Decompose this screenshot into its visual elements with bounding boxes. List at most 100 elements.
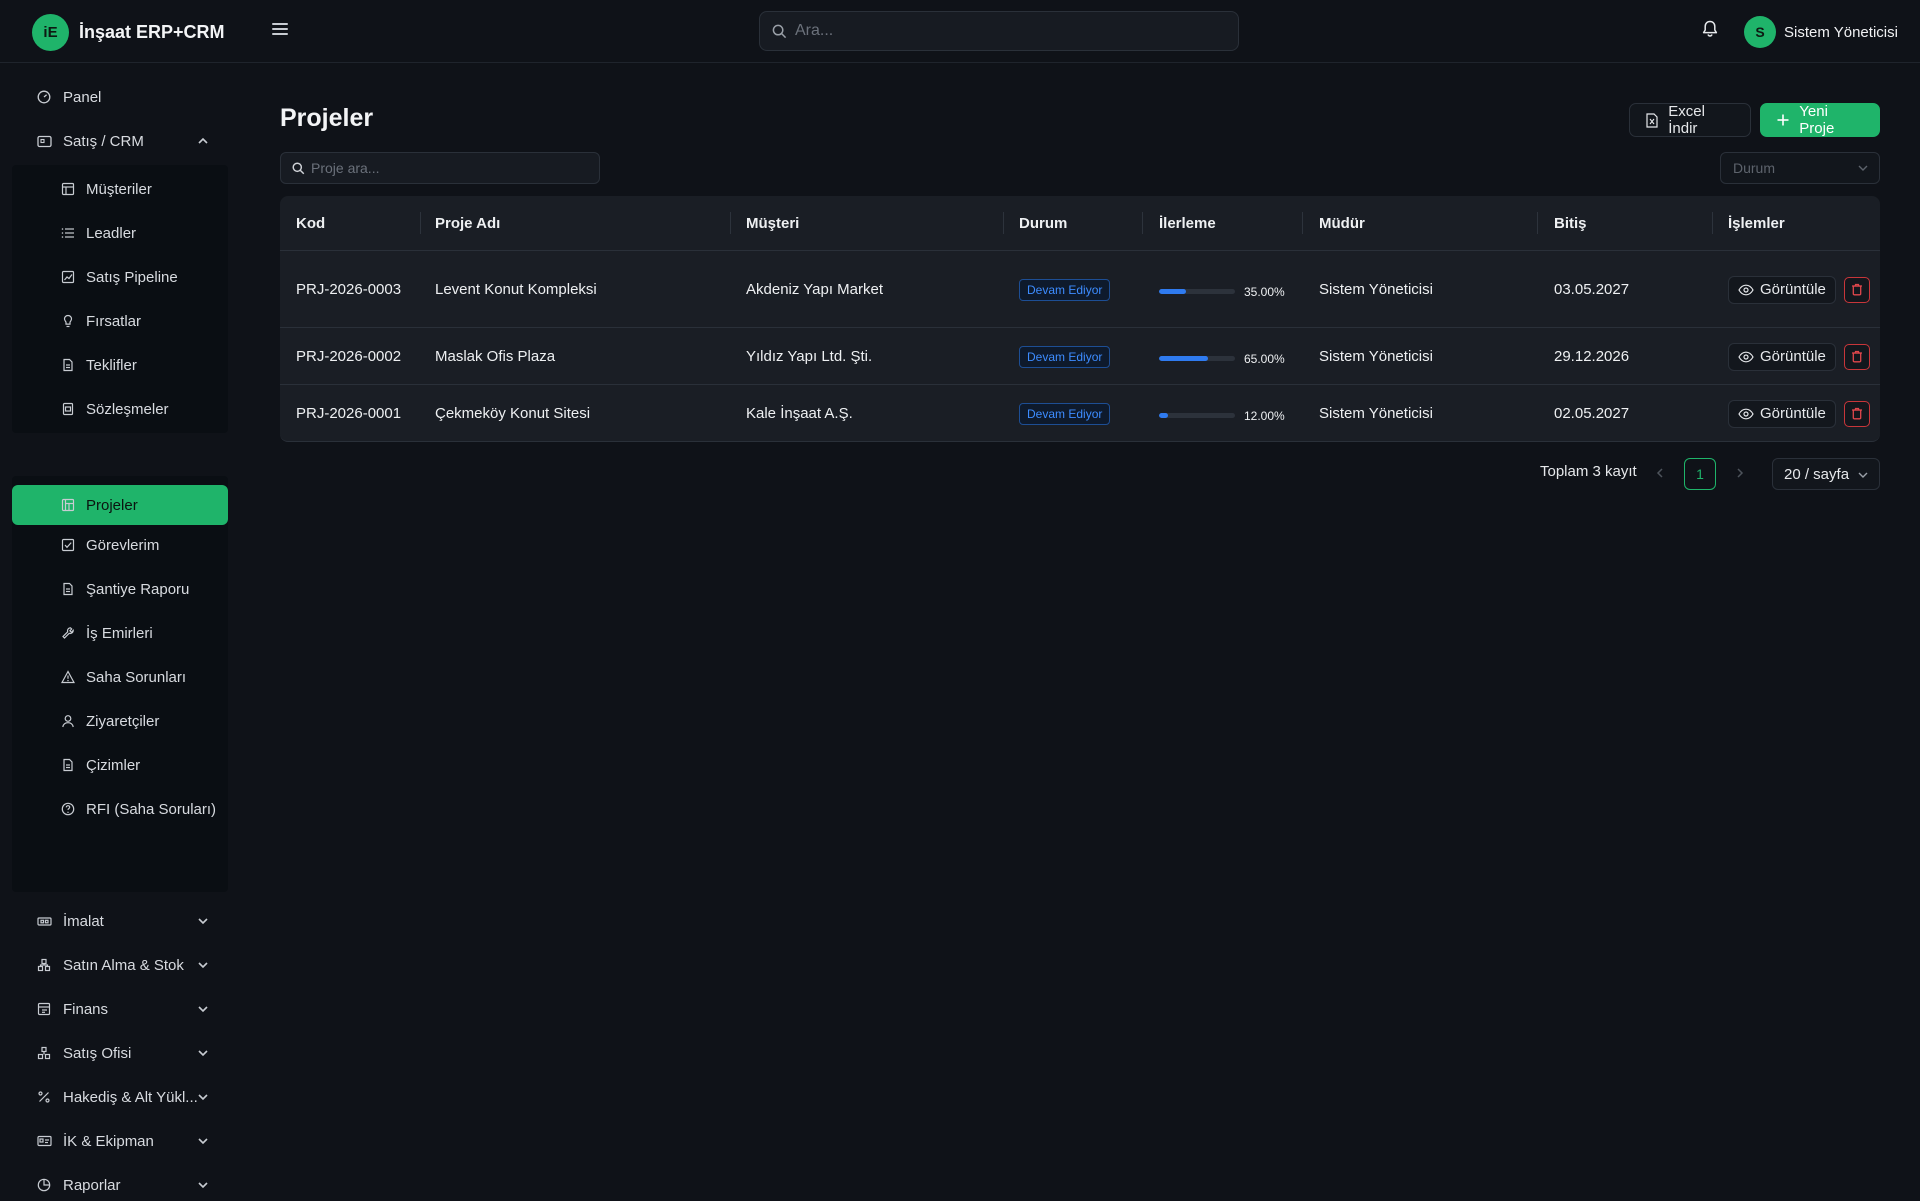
page-number-current[interactable]: 1	[1684, 458, 1716, 490]
sidebar-item-contracts[interactable]: Sözleşmeler	[12, 389, 228, 429]
view-button[interactable]: Görüntüle	[1728, 275, 1836, 304]
question-icon	[60, 801, 76, 817]
file-icon	[60, 581, 76, 597]
sidebar-item-label: Fırsatlar	[86, 312, 142, 330]
sidebar-item-sales-crm[interactable]: Satış / CRM	[12, 121, 228, 161]
project-code: PRJ-2026-0001	[296, 404, 402, 422]
file-icon	[60, 357, 76, 373]
project-end-date: 02.05.2027	[1554, 405, 1630, 422]
sidebar-item-panel[interactable]: Panel	[12, 77, 228, 117]
sidebar-item-sales-pipeline[interactable]: Satış Pipeline	[12, 257, 228, 297]
sidebar-item-progress-payments[interactable]: Hakediş & Alt Yükl...	[12, 1077, 228, 1117]
chevron-right-icon[interactable]	[1733, 466, 1747, 480]
chevron-down-icon	[198, 1138, 208, 1145]
progress-track	[1159, 289, 1235, 294]
sidebar-item-projects[interactable]: Projeler	[12, 485, 228, 525]
view-button[interactable]: Görüntüle	[1728, 399, 1836, 428]
sidebar-item-my-tasks[interactable]: Görevlerim	[12, 525, 228, 565]
column-header-actions[interactable]: İşlemler	[1728, 196, 1785, 251]
view-button[interactable]: Görüntüle	[1728, 342, 1836, 371]
sidebar-item-label: İK & Ekipman	[63, 1132, 154, 1150]
list-icon	[60, 225, 76, 241]
column-divider	[1537, 212, 1538, 234]
column-header-manager[interactable]: Müdür	[1319, 196, 1365, 251]
brand[interactable]: iE İnşaat ERP+CRM	[32, 14, 225, 51]
column-header-customer[interactable]: Müşteri	[746, 196, 799, 251]
sidebar-item-customers[interactable]: Müşteriler	[12, 169, 228, 209]
sidebar-item-opportunities[interactable]: Fırsatlar	[12, 301, 228, 341]
project-customer: Akdeniz Yapı Market	[746, 281, 884, 298]
column-header-end[interactable]: Bitiş	[1554, 196, 1587, 251]
user-menu[interactable]: S Sistem Yöneticisi	[1744, 16, 1898, 48]
table-header: Kod Proje Adı Müşteri Durum İlerleme Müdür Bit…	[280, 196, 1880, 251]
delete-button[interactable]	[1843, 400, 1870, 427]
sidebar-item-label: Panel	[63, 88, 102, 106]
trash-icon	[1851, 350, 1862, 363]
sidebar-item-field-issues[interactable]: Saha Sorunları	[12, 657, 228, 697]
sidebar-item-label: Görevlerim	[86, 536, 160, 554]
chevron-left-icon[interactable]	[1653, 466, 1667, 480]
excel-download-button[interactable]: Excel İndir	[1629, 103, 1751, 137]
sidebar-item-hr-equipment[interactable]: İK & Ekipman	[12, 1121, 228, 1161]
trash-icon	[1851, 283, 1862, 296]
table-row[interactable]: PRJ-2026-0001 Çekmeköy Konut Sitesi Kale…	[280, 385, 1880, 442]
project-end-date: 29.12.2026	[1554, 348, 1630, 365]
sidebar-item-label: Finans	[63, 1000, 109, 1018]
page-title: Projeler	[280, 104, 374, 132]
warehouse-icon	[36, 957, 52, 973]
column-header-progress[interactable]: İlerleme	[1159, 196, 1216, 251]
sidebar-item-site-report[interactable]: Şantiye Raporu	[12, 569, 228, 609]
sidebar-item-quotes[interactable]: Teklifler	[12, 345, 228, 385]
chevron-down-icon	[1858, 472, 1868, 478]
status-badge: Devam Ediyor	[1019, 402, 1111, 425]
total-records: Toplam 3 kayıt	[1540, 463, 1637, 480]
sidebar-item-label: Teklifler	[86, 356, 137, 374]
status-filter-placeholder: Durum	[1733, 160, 1776, 176]
app-title: İnşaat ERP+CRM	[79, 22, 225, 42]
project-search-input[interactable]	[311, 160, 591, 176]
delete-button[interactable]	[1843, 276, 1870, 303]
global-search-input[interactable]	[795, 22, 1215, 40]
delete-button[interactable]	[1843, 343, 1870, 370]
app-logo: iE	[32, 14, 69, 51]
sidebar-item-drawings[interactable]: Çizimler	[12, 745, 228, 785]
sidebar-item-work-orders[interactable]: İş Emirleri	[12, 613, 228, 653]
warning-icon	[60, 669, 76, 685]
status-filter-select[interactable]: Durum	[1720, 152, 1880, 184]
sidebar-item-reports[interactable]: Raporlar	[12, 1165, 228, 1201]
column-divider	[1712, 212, 1713, 234]
table-row[interactable]: PRJ-2026-0003 Levent Konut Kompleksi Akd…	[280, 251, 1880, 328]
chevron-down-icon	[198, 1006, 208, 1013]
crm-icon	[36, 133, 52, 149]
avatar: S	[1744, 16, 1776, 48]
sidebar-item-rfi[interactable]: RFI (Saha Soruları)	[12, 789, 228, 829]
column-header-status[interactable]: Durum	[1019, 196, 1067, 251]
column-header-name[interactable]: Proje Adı	[435, 196, 500, 251]
table-row[interactable]: PRJ-2026-0002 Maslak Ofis Plaza Yıldız Y…	[280, 328, 1880, 385]
sidebar-item-visitors[interactable]: Ziyaretçiler	[12, 701, 228, 741]
project-name: Maslak Ofis Plaza	[435, 348, 556, 365]
sidebar-item-label: Raporlar	[63, 1176, 121, 1194]
page-size-select[interactable]: 20 / sayfa	[1772, 458, 1880, 490]
projects-table: Kod Proje Adı Müşteri Durum İlerleme Müdür Bit…	[280, 196, 1880, 442]
sidebar-item-finance[interactable]: Finans	[12, 989, 228, 1029]
menu-toggle-icon[interactable]	[270, 20, 290, 40]
project-search[interactable]	[280, 152, 600, 184]
sidebar-item-leads[interactable]: Leadler	[12, 213, 228, 253]
column-header-code[interactable]: Kod	[296, 196, 325, 251]
progress-track	[1159, 413, 1235, 418]
project-code: PRJ-2026-0002	[296, 347, 402, 365]
new-project-label: Yeni Proje	[1799, 103, 1835, 137]
sidebar-item-sales-office[interactable]: Satış Ofisi	[12, 1033, 228, 1073]
sidebar-item-manufacturing[interactable]: İmalat	[12, 901, 228, 941]
project-manager: Sistem Yöneticisi	[1319, 348, 1433, 365]
new-project-button[interactable]: Yeni Proje	[1760, 103, 1880, 137]
sidebar: Panel Satış / CRM Müşteriler Leadler Sat…	[0, 64, 241, 1201]
progress-percent: 35.00%	[1244, 284, 1285, 299]
search-icon	[772, 24, 787, 38]
project-end-date: 03.05.2027	[1554, 281, 1630, 298]
factory-icon	[36, 913, 52, 929]
notifications-bell-icon[interactable]	[1700, 19, 1722, 41]
global-search[interactable]	[759, 11, 1239, 51]
sidebar-item-purchasing-stock[interactable]: Satın Alma & Stok	[12, 945, 228, 985]
